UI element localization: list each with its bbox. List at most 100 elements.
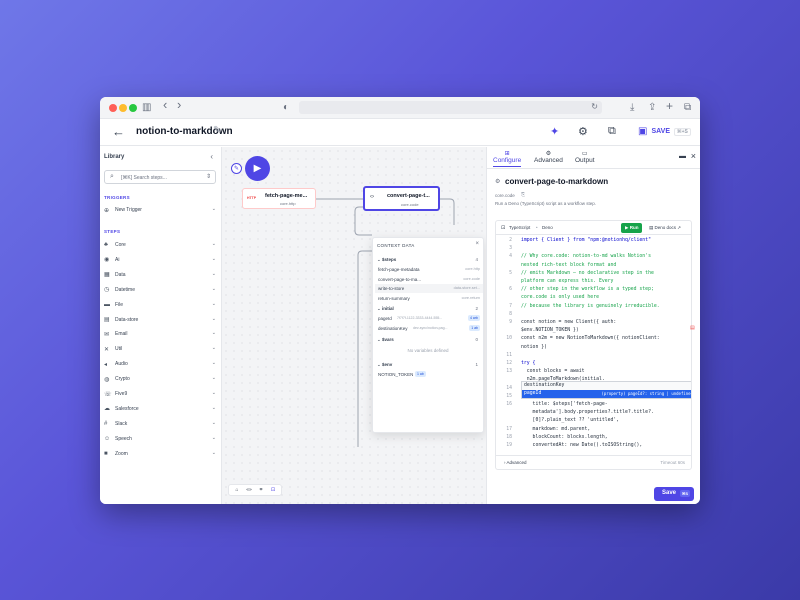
node-fetch-page-metadata[interactable]: HTTP fetch-page-me... core.http [242, 188, 316, 209]
run-workflow-button[interactable]: ▶ [245, 156, 270, 181]
sidebar-item-datetime[interactable]: ◷ Datetime ⌄ [104, 284, 216, 296]
sidebar-item-five9[interactable]: ☏ Five9 ⌄ [104, 388, 216, 400]
sort-arrows-icon[interactable]: ⇕ [206, 173, 211, 180]
monitor-icon: ▭ [581, 151, 588, 157]
maximize-window-button[interactable] [129, 104, 137, 112]
code-line[interactable]: $env.NOTION_TOKEN }) [521, 328, 579, 333]
tab-overview-icon[interactable]: ⧉ [684, 101, 691, 115]
step-title[interactable]: convert-page-to-markdown [505, 177, 608, 186]
panel-save-button[interactable]: Save ⌘S [654, 487, 694, 501]
node-convert-page-to-markdown[interactable]: ‹› convert-page-t... core.code [363, 186, 440, 211]
address-bar[interactable]: ↻ [299, 101, 602, 114]
code-line[interactable]: // because the library is genuinely irre… [521, 304, 660, 309]
env-group-label[interactable]: ⌄ $env [377, 362, 392, 368]
vars-group-label[interactable]: ⌄ $vars [377, 337, 394, 343]
new-trigger-item[interactable]: ⊕ New Trigger ⌄ [104, 204, 216, 216]
steps-group-label[interactable]: ⌄ $steps [377, 257, 396, 263]
home-icon[interactable]: ⌂ [232, 487, 242, 493]
gear-icon[interactable]: ⚙ [578, 125, 588, 138]
code-line[interactable]: convertedAt: new Date().toISOString(), [521, 443, 643, 448]
chevron-down-icon: ⌄ [211, 449, 216, 456]
tab-advanced[interactable]: ⚙ Advanced [534, 150, 563, 164]
sidebar-item-util[interactable]: ✕ Util ⌄ [104, 343, 216, 355]
step-search-input[interactable]: ⌕ [⌘K] Search steps... ⇕ [104, 170, 216, 184]
autocomplete-item[interactable]: destinationKey [522, 382, 691, 390]
sidebar-item-data-store[interactable]: ▤ Data-store ⌄ [104, 314, 216, 326]
autocomplete-item[interactable]: pageId (property) pageId?: string | undef… [522, 390, 691, 398]
context-initial-row[interactable]: destinationKey dev-sync/notion-pag... 1 ab [375, 324, 483, 333]
sidebar-item-speech[interactable]: ☺ Speech ⌄ [104, 433, 216, 445]
close-icon[interactable]: × [691, 151, 696, 161]
run-button[interactable]: ▶ Run [621, 223, 643, 233]
sidebar-item-zoom[interactable]: ■ Zoom ⌄ [104, 448, 216, 460]
pencil-icon[interactable]: ✎ [213, 125, 221, 136]
reload-icon[interactable]: ↻ [591, 100, 598, 114]
graph-icon[interactable]: ⧉ [608, 125, 616, 138]
minimize-window-button[interactable] [119, 104, 127, 112]
new-tab-icon[interactable]: + [666, 99, 673, 113]
code-area[interactable]: destinationKey pageId (property) pageId?: … [496, 236, 691, 451]
sidebar-item-slack[interactable]: # Slack ⌄ [104, 418, 216, 430]
expand-icon[interactable]: «» [244, 487, 254, 493]
code-line[interactable]: markdown: md.parent, [521, 427, 591, 432]
code-line[interactable]: platform can express this. Every [521, 279, 613, 284]
shield-icon[interactable]: ◐ [283, 101, 289, 115]
context-step-row[interactable]: convert-page-to-ma... core.code [375, 275, 483, 284]
save-button[interactable]: ▣ SAVE ⌘+S [638, 126, 691, 137]
code-editor[interactable]: ⊡ TypeScript • Deno ▶ Run ▤ Deno docs ↗ … [495, 220, 692, 470]
sidebar-item-data[interactable]: ▦ Data ⌄ [104, 269, 216, 281]
context-env-row[interactable]: NOTION_TOKEN 1 ab [375, 370, 483, 379]
search-placeholder: [⌘K] Search steps... [121, 175, 167, 181]
code-line[interactable]: import { Client } from "npm:@notionhq/cl… [521, 238, 651, 243]
advanced-toggle[interactable]: › Advanced [504, 460, 527, 465]
code-line[interactable]: metadata'].body.properties?.title?.title… [521, 410, 654, 415]
code-line[interactable]: const n2m = new NotionToMarkdown({ notio… [521, 336, 660, 341]
layout-icon[interactable]: ⊡ [268, 487, 278, 493]
code-line[interactable]: core.code is only used here [521, 295, 599, 300]
code-line[interactable]: // emits Markdown — no declarative step … [521, 271, 654, 276]
code-line[interactable]: nested rich-text block format and [521, 263, 616, 268]
browser-forward-icon[interactable]: › [177, 98, 181, 112]
sidebar-item-email[interactable]: ✉ Email ⌄ [104, 328, 216, 340]
code-line[interactable]: notion }) [521, 345, 547, 350]
code-line[interactable]: blockCount: blocks.length, [521, 435, 608, 440]
workflow-canvas[interactable]: ✎ ▶ HTTP fetch-page-me... core.http ‹› c… [222, 147, 486, 504]
close-icon[interactable]: × [475, 241, 479, 247]
sidebar-item-ai[interactable]: ◉ Ai ⌄ [104, 254, 216, 266]
context-step-row[interactable]: fetch-page-metadata core.http [375, 265, 483, 274]
context-step-row[interactable]: return-summary core.return [375, 294, 483, 303]
fit-view-icon[interactable]: ⌗ [256, 487, 266, 493]
code-line[interactable]: const notion = new Client({ auth: [521, 320, 616, 325]
code-line[interactable]: [0]?.plain_text ?? 'untitled', [521, 418, 620, 423]
sidebar-item-audio[interactable]: ◂ Audio ⌄ [104, 358, 216, 370]
code-line[interactable]: // other step in the workflow is a typed… [521, 287, 654, 292]
tab-output[interactable]: ▭ Output [575, 150, 595, 164]
sidebar-item-core[interactable]: ♣ Core ⌄ [104, 239, 216, 251]
copy-icon[interactable]: ⎘ [521, 192, 525, 198]
edit-workflow-button[interactable]: ✎ [231, 163, 242, 174]
initial-group-label[interactable]: ⌄ initial [377, 306, 394, 312]
code-line[interactable]: const blocks = await [521, 369, 585, 374]
sidebar-toggle-icon[interactable]: ▥ [142, 101, 151, 115]
browser-chrome: ▥ ‹ › ◐ ↻ ⤓ ⇪ + ⧉ [100, 97, 700, 119]
tab-configure[interactable]: ⊞ Configure [493, 150, 522, 167]
code-line[interactable]: // Why core.code: notion-to-md walks Not… [521, 254, 651, 259]
code-line[interactable]: try { [521, 361, 535, 366]
back-arrow-icon[interactable]: ← [112, 124, 125, 139]
context-step-row[interactable]: write-to-store data-store.set... [375, 284, 483, 293]
code-line[interactable]: title: $steps['fetch-page- [521, 402, 608, 407]
sidebar-item-crypto[interactable]: ◍ Crypto ⌄ [104, 373, 216, 385]
deno-docs-link[interactable]: ▤ Deno docs ↗ [649, 225, 681, 231]
browser-back-icon[interactable]: ‹ [163, 98, 167, 112]
sparkle-icon[interactable]: ✦ [550, 125, 559, 138]
context-initial-row[interactable]: pageId 7f7f7f-1122-3333-4444-555... 4 arb [375, 314, 483, 323]
share-icon[interactable]: ⇪ [648, 101, 656, 115]
code-line[interactable]: n2m.pageToMarkdown(initial. [521, 377, 605, 382]
sidebar-item-salesforce[interactable]: ☁ Salesforce ⌄ [104, 403, 216, 415]
dock-icon[interactable]: ▬ [679, 153, 686, 160]
sidebar-item-file[interactable]: ▬ File ⌄ [104, 299, 216, 311]
close-window-button[interactable] [109, 104, 117, 112]
collapse-icon[interactable]: ‹ [210, 152, 213, 161]
download-icon[interactable]: ⤓ [630, 101, 634, 115]
advanced-section[interactable]: › Advanced Timeout 60s [496, 455, 691, 469]
